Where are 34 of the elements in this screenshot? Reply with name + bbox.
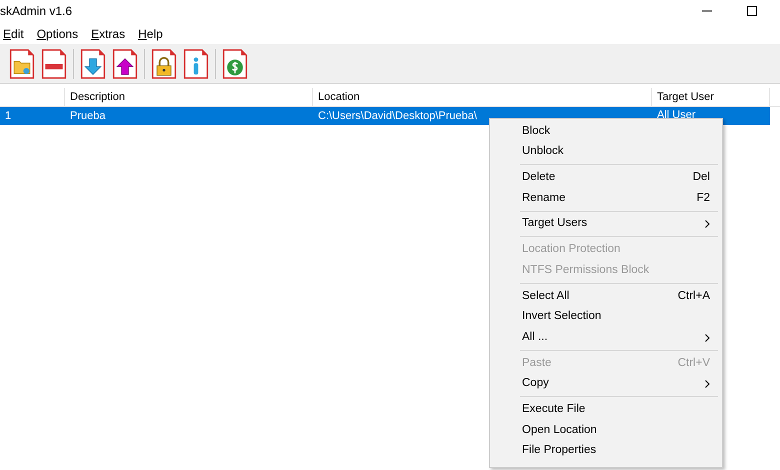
table-cell-text: All User: [656, 108, 697, 123]
chevron-right-icon: [705, 380, 710, 388]
document-info-icon[interactable]: [182, 48, 210, 80]
menu-item[interactable]: Edit: [3, 25, 24, 43]
context-menu-item[interactable]: Execute File: [490, 399, 722, 420]
table-cell-text: 1: [4, 108, 12, 124]
context-menu-item[interactable]: Invert Selection: [490, 306, 722, 328]
table-cell-text: Prueba: [69, 108, 106, 124]
menu-item[interactable]: Extras: [91, 25, 126, 43]
document-down-icon[interactable]: [79, 48, 107, 80]
document-remove-icon[interactable]: [40, 48, 68, 80]
column-header[interactable]: Description: [65, 88, 313, 106]
context-menu-item[interactable]: Target Users: [490, 214, 722, 234]
context-menu-item[interactable]: Unblock: [490, 142, 722, 162]
context-menu-item[interactable]: Rename F2: [490, 188, 722, 209]
document-add-icon[interactable]: [8, 48, 36, 80]
context-menu-item[interactable]: Select All Ctrl+A: [490, 286, 722, 306]
chevron-right-icon: [705, 220, 710, 228]
column-header[interactable]: Location: [313, 88, 652, 106]
column-header[interactable]: Target User: [652, 88, 770, 106]
context-menu-item[interactable]: Open Location: [490, 420, 722, 441]
document-up-icon[interactable]: [111, 48, 139, 80]
context-menu-item[interactable]: All ...: [490, 327, 722, 348]
context-menu-item[interactable]: File Properties: [490, 440, 722, 462]
chevron-right-icon: [705, 334, 710, 342]
context-menu-item[interactable]: Delete Del: [490, 167, 722, 188]
maximize-icon[interactable]: [747, 6, 758, 16]
window-title: skAdmin v1.6: [0, 3, 72, 20]
table-cell-text: C:\Users\David\Desktop\Prueba\: [317, 108, 478, 124]
context-menu-item[interactable]: Copy: [490, 374, 722, 394]
document-donate-icon[interactable]: [221, 48, 249, 80]
menu-item[interactable]: Options: [36, 25, 78, 43]
menu-item[interactable]: Help: [138, 25, 163, 43]
document-lock-icon[interactable]: [150, 48, 178, 80]
